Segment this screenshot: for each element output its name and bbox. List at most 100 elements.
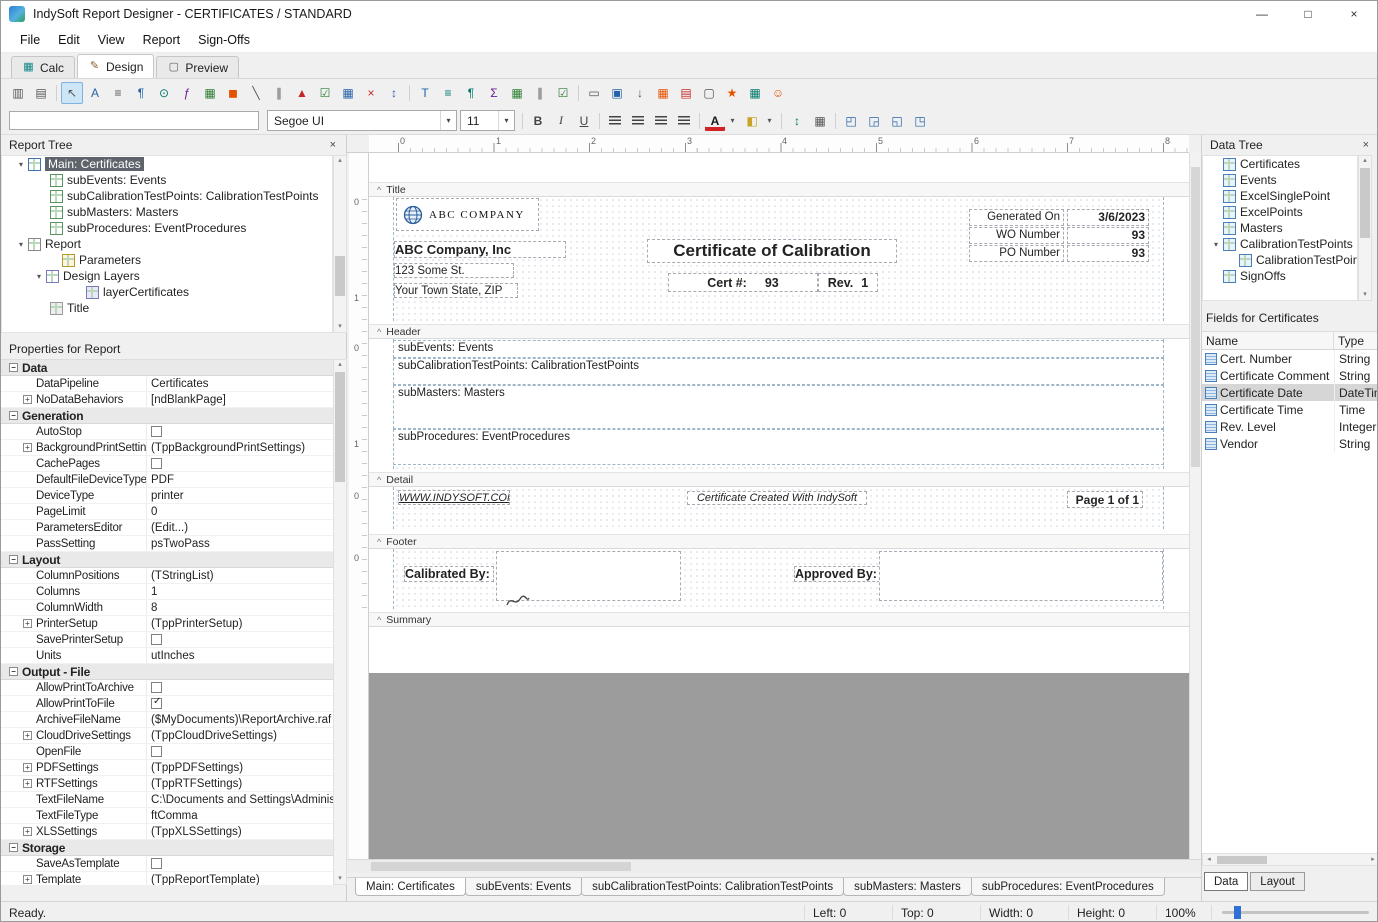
property-value[interactable]: (TppXLSSettings) [146, 824, 333, 839]
report-tab[interactable]: subProcedures: EventProcedures [971, 878, 1165, 896]
view-tab[interactable]: ▢ Preview [156, 56, 239, 78]
font-name-combo[interactable]: Segoe UI ▾ [267, 110, 457, 131]
property-row[interactable]: ArchiveFileName ($MyDocuments)\ReportArc… [1, 712, 333, 728]
subreport-tool-icon[interactable]: ▣ [606, 82, 628, 104]
scrollbar-thumb[interactable] [1191, 167, 1200, 467]
zoom-slider[interactable] [1211, 905, 1378, 920]
created-with-label[interactable]: Certificate Created With IndySoft [687, 491, 867, 505]
data-tree-item[interactable]: Masters [1203, 220, 1357, 236]
expand-arrow-icon[interactable]: ▾ [14, 240, 28, 249]
property-row[interactable]: Units utInches [1, 648, 333, 664]
wand-tool-icon[interactable]: ★ [721, 82, 743, 104]
expand-box-icon[interactable]: − [9, 411, 18, 420]
line-tool-icon[interactable]: ╲ [245, 82, 267, 104]
expand-box-icon[interactable]: + [23, 827, 32, 836]
property-value[interactable]: ftComma [146, 808, 333, 823]
property-row[interactable]: AutoStop [1, 424, 333, 440]
toolbar-separator[interactable] [778, 110, 785, 132]
design-surface[interactable]: 012345678 010100 Title Header Detail Foo… [347, 135, 1201, 877]
field-row[interactable]: Cert. Number String [1202, 350, 1378, 367]
send-backward-button[interactable]: ◳ [909, 110, 931, 132]
barcode-tool-icon[interactable]: ∥ [268, 82, 290, 104]
property-value[interactable]: 0 [146, 504, 333, 519]
table-tool-icon[interactable]: ▦ [744, 82, 766, 104]
frame-button[interactable]: ▦ [809, 110, 831, 132]
property-row[interactable]: TextFileType ftComma [1, 808, 333, 824]
field-row[interactable]: Vendor String [1202, 435, 1378, 452]
property-row[interactable]: − Generation [1, 408, 333, 424]
zoom-slider-thumb[interactable] [1234, 906, 1241, 919]
view-tab[interactable]: ▦ Calc [11, 56, 75, 78]
dbbarcode-tool-icon[interactable]: ∥ [529, 82, 551, 104]
info-row[interactable]: WO Number 93 [969, 227, 1151, 244]
property-value[interactable] [132, 840, 333, 855]
highlight-color-button[interactable]: ◧ [741, 110, 763, 132]
canvas-vertical-scrollbar[interactable] [1189, 153, 1201, 859]
zoom-slider-track[interactable] [1222, 911, 1369, 914]
underline-button[interactable]: U [573, 110, 595, 132]
property-value[interactable]: ($MyDocuments)\ReportArchive.raf [146, 712, 333, 727]
checkbox[interactable] [151, 426, 162, 437]
property-value[interactable] [146, 744, 333, 759]
crosstab-tool-icon[interactable]: ▦ [652, 82, 674, 104]
align-center-button[interactable] [627, 110, 649, 132]
data-tree-item[interactable]: SignOffs [1203, 268, 1357, 284]
scroll-up-icon[interactable]: ▴ [334, 360, 346, 370]
property-row[interactable]: PageLimit 0 [1, 504, 333, 520]
chart-tool-icon[interactable]: ▲ [291, 82, 313, 104]
align-justify-button[interactable] [673, 110, 695, 132]
pagebreak-tool-icon[interactable]: ↓ [629, 82, 651, 104]
info-value[interactable]: 93 [1067, 245, 1149, 262]
property-value[interactable]: (TppCloudDriveSettings) [146, 728, 333, 743]
checkbox[interactable] [151, 698, 162, 709]
properties-scrollbar[interactable]: ▴ ▾ [333, 359, 347, 885]
checkbox[interactable] [151, 682, 162, 693]
bold-button[interactable]: B [527, 110, 549, 132]
expand-box-icon[interactable]: + [23, 443, 32, 452]
property-row[interactable]: − Data [1, 360, 333, 376]
checkbox[interactable] [151, 858, 162, 869]
subreport-strip[interactable]: subProcedures: EventProcedures [393, 429, 1164, 465]
property-value[interactable] [146, 632, 333, 647]
property-row[interactable]: + BackgroundPrintSetting (TppBackgroundP… [1, 440, 333, 456]
system-variable-tool-icon[interactable]: ⊙ [153, 82, 175, 104]
property-value[interactable]: (TStringList) [146, 568, 333, 583]
bring-forward-button[interactable]: ◱ [886, 110, 908, 132]
scroll-down-icon[interactable]: ▾ [1359, 290, 1371, 300]
property-value[interactable]: PDF [146, 472, 333, 487]
expand-box-icon[interactable]: + [23, 619, 32, 628]
property-row[interactable]: + NoDataBehaviors [ndBlankPage] [1, 392, 333, 408]
image-tool-icon[interactable]: ▦ [199, 82, 221, 104]
property-row[interactable]: + CloudDriveSettings (TppCloudDriveSetti… [1, 728, 333, 744]
property-row[interactable]: Columns 1 [1, 584, 333, 600]
report-tab[interactable]: subEvents: Events [465, 878, 582, 896]
property-value[interactable] [146, 856, 333, 871]
property-row[interactable]: DefaultFileDeviceType PDF [1, 472, 333, 488]
property-value[interactable]: (TppPDFSettings) [146, 760, 333, 775]
maximize-button[interactable]: □ [1285, 1, 1331, 27]
toolbar-separator[interactable] [575, 82, 582, 104]
band-header-footer[interactable]: Footer [369, 534, 1189, 549]
chevron-down-icon[interactable]: ▾ [498, 111, 514, 130]
anchor-button[interactable]: ↕ [786, 110, 808, 132]
property-value[interactable] [132, 360, 333, 375]
field-row[interactable]: Certificate Time Time [1202, 401, 1378, 418]
property-row[interactable]: ColumnWidth 8 [1, 600, 333, 616]
delete-tool-icon[interactable]: × [360, 82, 382, 104]
company-address-line2[interactable]: Your Town State, ZIP [394, 283, 518, 298]
report-tree-item[interactable]: ▾ Main: Certificates [2, 156, 332, 172]
select-tool-icon[interactable]: ↖ [61, 82, 83, 104]
close-button[interactable]: × [1331, 1, 1377, 27]
property-row[interactable]: + PrinterSetup (TppPrinterSetup) [1, 616, 333, 632]
property-row[interactable]: SavePrinterSetup [1, 632, 333, 648]
report-tree-scrollbar[interactable]: ▴ ▾ [333, 155, 347, 333]
property-row[interactable]: CachePages [1, 456, 333, 472]
richtext-tool-icon[interactable]: ¶ [130, 82, 152, 104]
band-header-detail[interactable]: Detail [369, 472, 1189, 487]
info-label[interactable]: Generated On [969, 209, 1064, 226]
bring-to-front-button[interactable]: ◰ [840, 110, 862, 132]
dbcalc-tool-icon[interactable]: Σ [483, 82, 505, 104]
expand-box-icon[interactable]: + [23, 395, 32, 404]
checkbox[interactable] [151, 746, 162, 757]
pagesetup-tool-icon[interactable]: ▢ [698, 82, 720, 104]
